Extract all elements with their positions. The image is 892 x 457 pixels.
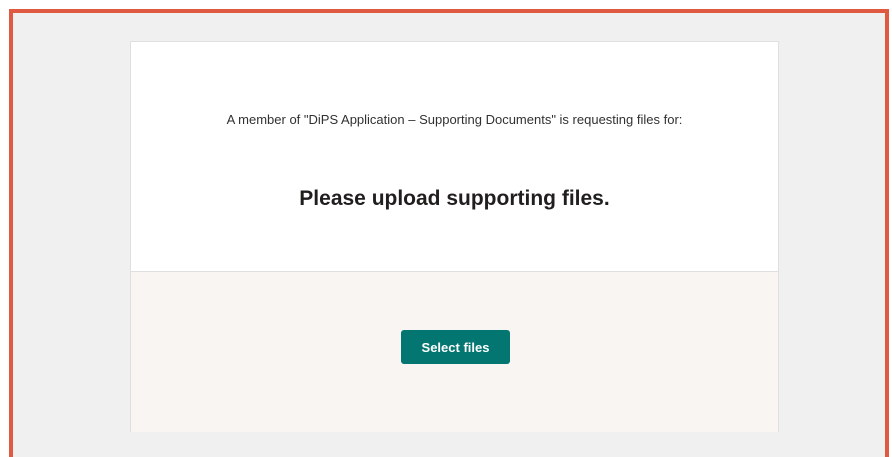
- upload-area: Select files: [131, 272, 778, 432]
- request-header: A member of "DiPS Application – Supporti…: [131, 42, 778, 272]
- select-files-button[interactable]: Select files: [401, 330, 510, 364]
- request-title: Please upload supporting files.: [299, 187, 610, 210]
- page-frame: A member of "DiPS Application – Supporti…: [9, 9, 889, 457]
- request-intro-text: A member of "DiPS Application – Supporti…: [226, 112, 683, 127]
- file-request-card: A member of "DiPS Application – Supporti…: [130, 41, 779, 432]
